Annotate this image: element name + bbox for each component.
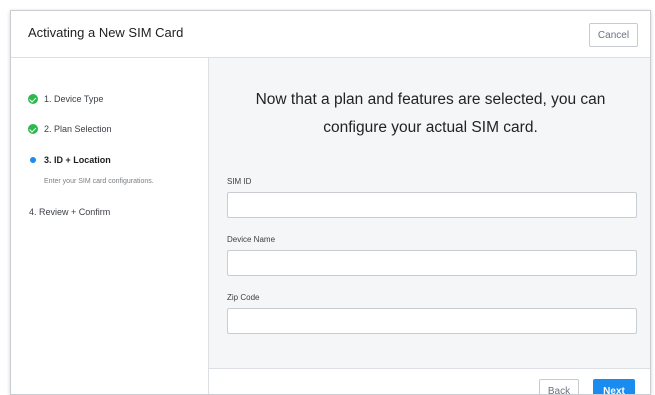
step-label: 3. ID + Location — [44, 155, 111, 165]
next-button[interactable]: Next — [593, 379, 635, 394]
dialog-header: Activating a New SIM Card Cancel — [11, 11, 650, 58]
dialog-footer: Back Next — [209, 368, 650, 394]
device-name-input[interactable] — [227, 250, 637, 276]
step-label: 4. Review + Confirm — [29, 207, 111, 217]
sim-id-input[interactable] — [227, 192, 637, 218]
cancel-button[interactable]: Cancel — [589, 23, 638, 47]
sim-id-label: SIM ID — [227, 177, 252, 186]
sim-activation-dialog: Activating a New SIM Card Cancel 1. Devi… — [10, 10, 651, 395]
heading-line-1: Now that a plan and features are selecte… — [255, 91, 606, 108]
zip-code-label: Zip Code — [227, 293, 260, 302]
step-label: 2. Plan Selection — [44, 124, 112, 134]
step-review-confirm[interactable]: 4. Review + Confirm — [29, 207, 110, 217]
step-id-location[interactable]: 3. ID + Location — [28, 155, 111, 165]
device-name-label: Device Name — [227, 235, 276, 244]
dialog-title: Activating a New SIM Card — [28, 25, 184, 40]
step-description: Enter your SIM card configurations. — [44, 178, 154, 185]
zip-code-input[interactable] — [227, 308, 637, 334]
page-heading: Now that a plan and features are selecte… — [209, 86, 650, 142]
step-plan-selection[interactable]: 2. Plan Selection — [28, 124, 112, 134]
main-panel: Now that a plan and features are selecte… — [209, 58, 650, 368]
heading-line-2: configure your actual SIM card. — [323, 119, 538, 136]
check-circle-icon — [28, 94, 38, 104]
step-label: 1. Device Type — [44, 94, 104, 104]
steps-sidebar: 1. Device Type 2. Plan Selection 3. ID +… — [11, 58, 209, 394]
step-device-type[interactable]: 1. Device Type — [28, 94, 103, 104]
check-circle-icon — [28, 124, 38, 134]
dot-icon — [30, 157, 36, 163]
back-button[interactable]: Back — [539, 379, 579, 394]
